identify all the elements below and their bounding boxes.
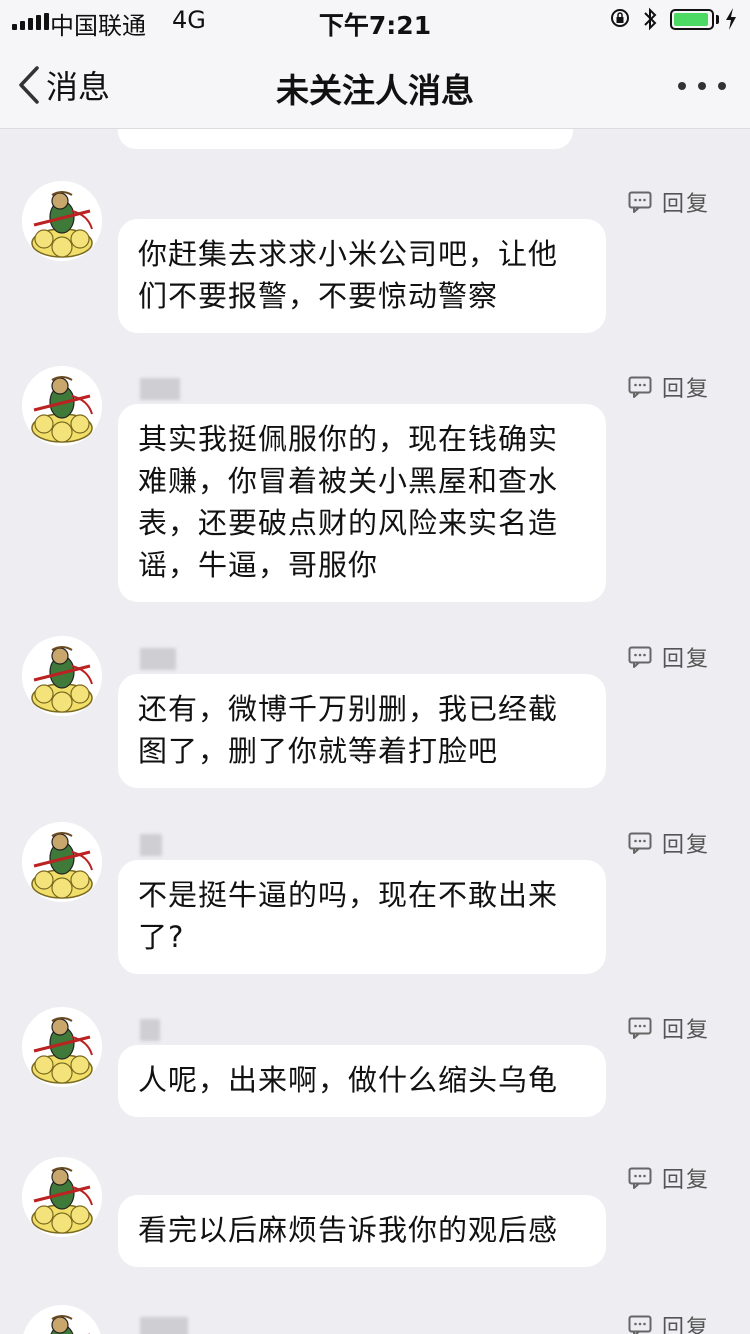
- avatar[interactable]: [22, 636, 102, 716]
- comment-icon: [628, 1017, 652, 1039]
- back-label: 消息: [46, 68, 111, 106]
- comment-icon: [628, 646, 652, 668]
- comment-icon: [628, 832, 652, 854]
- network-type: 4G: [172, 6, 206, 34]
- chevron-left-icon: [19, 66, 39, 104]
- reply-button[interactable]: 回复: [628, 1163, 710, 1193]
- reply-button[interactable]: 回复: [628, 372, 710, 402]
- message-text: 不是挺牛逼的吗，现在不敢出来了?: [138, 878, 559, 954]
- comment-icon: [628, 376, 652, 398]
- message-bubble[interactable]: 你赶集去求求小米公司吧，让他们不要报警，不要惊动警察: [118, 219, 606, 333]
- monkey-king-avatar-icon: [22, 1007, 102, 1087]
- blurred-username: [140, 1019, 160, 1041]
- message-text: 还有，微博千万别删，我已经截图了，删了你就等着打脸吧: [138, 692, 559, 768]
- message-text: 你赶集去求求小米公司吧，让他们不要报警，不要惊动警察: [138, 237, 559, 313]
- nav-bar: 消息 未关注人消息: [0, 40, 750, 129]
- blurred-username: [140, 1317, 188, 1334]
- reply-button[interactable]: 回复: [628, 1013, 710, 1043]
- avatar[interactable]: [22, 1157, 102, 1237]
- avatar[interactable]: [22, 1007, 102, 1087]
- avatar[interactable]: [22, 366, 102, 446]
- carrier-name: 中国联通: [50, 12, 146, 40]
- message-text: 其实我挺佩服你的，现在钱确实难赚，你冒着被关小黑屋和查水表，还要破点财的风险来实…: [138, 422, 559, 582]
- message-bubble[interactable]: 人呢，出来啊，做什么缩头乌龟: [118, 1045, 606, 1117]
- blurred-username: [140, 378, 180, 400]
- monkey-king-avatar-icon: [22, 1305, 102, 1334]
- avatar[interactable]: [22, 822, 102, 902]
- reply-button[interactable]: 回复: [628, 642, 710, 672]
- monkey-king-avatar-icon: [22, 636, 102, 716]
- back-button[interactable]: 消息: [18, 60, 110, 110]
- more-options-button[interactable]: [672, 76, 732, 96]
- monkey-king-avatar-icon: [22, 1157, 102, 1237]
- message-bubble[interactable]: 不是挺牛逼的吗，现在不敢出来了?: [118, 860, 606, 974]
- battery-icon: [670, 9, 714, 30]
- page-title: 未关注人消息: [276, 71, 474, 110]
- blurred-username: [140, 834, 162, 856]
- comment-icon: [628, 1167, 652, 1189]
- reply-button[interactable]: 回复: [628, 828, 710, 858]
- bluetooth-icon: [644, 7, 657, 31]
- message-text: 看完以后麻烦告诉我你的观后感: [138, 1213, 559, 1247]
- blurred-username: [140, 648, 176, 670]
- message-bubble-partial: [118, 129, 573, 149]
- message-bubble[interactable]: 看完以后麻烦告诉我你的观后感: [118, 1195, 606, 1267]
- monkey-king-avatar-icon: [22, 181, 102, 261]
- status-bar: 中国联通 4G 下午7:21: [0, 0, 750, 40]
- battery-tip: [716, 15, 719, 24]
- avatar[interactable]: [22, 1305, 102, 1334]
- monkey-king-avatar-icon: [22, 366, 102, 446]
- reply-button[interactable]: 回复: [628, 1311, 710, 1334]
- message-text: 人呢，出来啊，做什么缩头乌龟: [138, 1063, 559, 1097]
- comment-icon: [628, 1315, 652, 1334]
- reply-button[interactable]: 回复: [628, 187, 710, 217]
- rotation-lock-icon: [611, 9, 629, 27]
- message-feed[interactable]: 回复 你赶集去求求小米公司吧，让他们不要报警，不要惊动警察 回复 其实我挺佩服你…: [0, 129, 750, 1334]
- message-bubble[interactable]: 还有，微博千万别删，我已经截图了，删了你就等着打脸吧: [118, 674, 606, 788]
- monkey-king-avatar-icon: [22, 822, 102, 902]
- message-bubble[interactable]: 其实我挺佩服你的，现在钱确实难赚，你冒着被关小黑屋和查水表，还要破点财的风险来实…: [118, 404, 606, 602]
- avatar[interactable]: [22, 181, 102, 261]
- comment-icon: [628, 191, 652, 213]
- charging-icon: [726, 8, 736, 30]
